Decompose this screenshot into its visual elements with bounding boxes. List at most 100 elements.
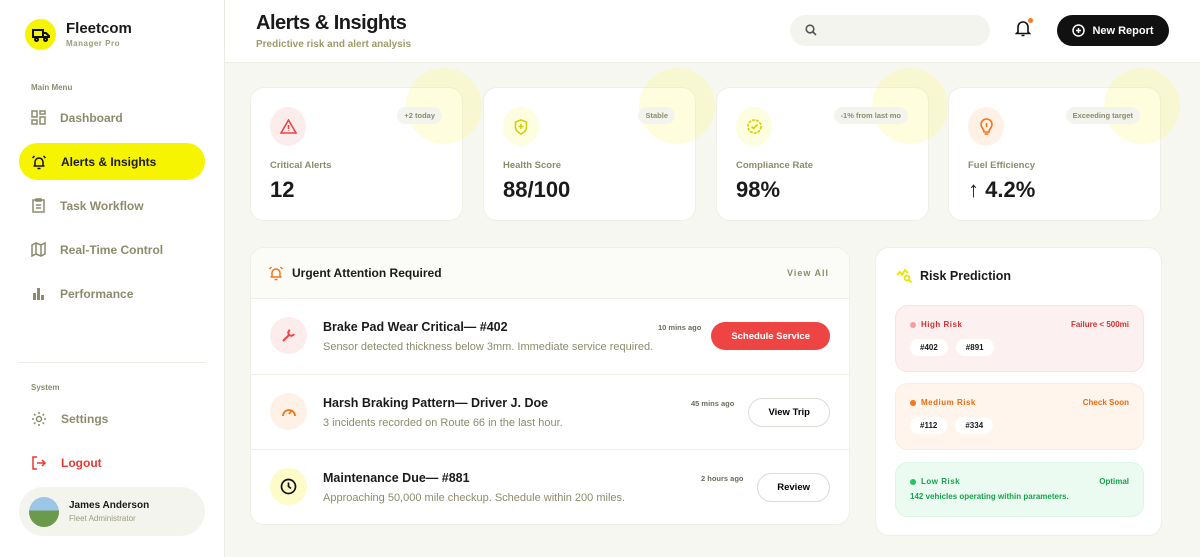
alert-title: Harsh Braking Pattern— Driver J. Doe xyxy=(323,395,549,410)
shield-plus-icon xyxy=(503,107,539,146)
stat-value: 98% xyxy=(736,177,781,202)
risk-analysis-icon xyxy=(896,268,913,283)
bar-chart-icon xyxy=(33,288,44,300)
vehicle-chip[interactable]: #402 xyxy=(910,339,948,356)
sidebar-divider xyxy=(19,362,205,363)
user-role: Fleet Administrator xyxy=(69,514,136,523)
decorative-circle xyxy=(406,68,482,144)
stat-badge: -1% from last mo xyxy=(833,107,908,124)
sidebar-item-alerts-insights[interactable]: Alerts & Insights xyxy=(19,143,205,180)
low-risk-group: Low Risk Optimal 142 vehicles operating w… xyxy=(895,462,1144,517)
medium-risk-group: Medium Risk Check Soon #112 #334 xyxy=(895,383,1144,450)
decorative-circle xyxy=(1104,68,1180,144)
vehicle-chip[interactable]: #891 xyxy=(955,339,994,356)
alert-description: 3 incidents recorded on Route 66 in the … xyxy=(323,416,563,429)
alert-time: 2 hours ago xyxy=(701,474,744,483)
sidebar-item-label: Performance xyxy=(60,286,134,301)
search-input[interactable] xyxy=(790,15,990,46)
vehicle-chip[interactable]: #112 xyxy=(910,417,948,434)
stat-label: Critical Alerts xyxy=(270,160,332,171)
view-trip-button[interactable]: View Trip xyxy=(748,397,830,427)
avatar xyxy=(29,496,59,527)
brand-name: Fleetcom xyxy=(66,20,132,37)
alert-description: Sensor detected thickness below 3mm. Imm… xyxy=(323,341,654,353)
high-risk-group: High Risk Failure < 500mi #402 #891 xyxy=(895,305,1144,372)
logout-icon xyxy=(32,455,47,470)
sidebar: Fleetcom Manager Pro Main Menu Dashboard… xyxy=(0,0,225,557)
alert-row: Maintenance Due— #881 Approaching 50,000… xyxy=(251,450,849,524)
view-all-link[interactable]: View All xyxy=(787,268,829,278)
status-dot xyxy=(910,478,916,485)
risk-status: Check Soon xyxy=(1082,398,1129,407)
fuel-icon xyxy=(968,107,1004,146)
warning-icon xyxy=(270,107,306,146)
risk-level: Medium Risk xyxy=(921,398,976,407)
stat-value: ↑ 4.2% xyxy=(968,177,1036,202)
stat-label: Fuel Efficiency xyxy=(968,160,1036,171)
new-report-button[interactable]: New Report xyxy=(1057,15,1169,46)
sidebar-item-settings[interactable]: Settings xyxy=(19,400,205,437)
sidebar-item-label: Task Workflow xyxy=(60,198,144,213)
main-menu-label: Main Menu xyxy=(31,83,73,92)
user-name: James Anderson xyxy=(69,500,150,511)
risk-status: Optimal xyxy=(1099,477,1129,486)
alarm-icon xyxy=(268,266,284,281)
sidebar-item-label: Dashboard xyxy=(60,110,123,125)
review-button[interactable]: Review xyxy=(757,473,830,502)
clipboard-icon xyxy=(32,198,45,213)
speedometer-icon xyxy=(270,392,307,430)
panel-title: Urgent Attention Required xyxy=(292,266,442,280)
page-title: Alerts & Insights xyxy=(256,12,407,34)
sidebar-item-logout[interactable]: Logout xyxy=(19,444,205,481)
stat-badge: +2 today xyxy=(397,107,442,124)
truck-logo-icon xyxy=(25,19,56,50)
brand-subtitle: Manager Pro xyxy=(66,39,120,48)
header: Alerts & Insights Predictive risk and al… xyxy=(225,0,1200,63)
sidebar-item-label: Real-Time Control xyxy=(60,242,164,257)
grid-icon xyxy=(31,110,46,125)
user-profile[interactable]: James Anderson Fleet Administrator xyxy=(19,487,205,536)
stat-badge: Stable xyxy=(638,107,675,124)
notification-dot xyxy=(1028,18,1033,23)
decorative-circle xyxy=(872,68,948,144)
panel-title: Risk Prediction xyxy=(920,269,1011,283)
stat-label: Compliance Rate xyxy=(736,160,814,171)
stat-card-compliance-rate: -1% from last mo Compliance Rate 98% xyxy=(716,68,948,221)
alert-title: Brake Pad Wear Critical— #402 xyxy=(323,320,508,334)
search-icon xyxy=(805,24,817,36)
sidebar-item-performance[interactable]: Performance xyxy=(19,275,205,312)
status-dot xyxy=(910,399,916,406)
alert-description: Approaching 50,000 mile checkup. Schedul… xyxy=(323,492,626,504)
risk-status: Failure < 500mi xyxy=(1070,320,1129,329)
badge-check-icon xyxy=(736,107,772,146)
sidebar-item-label: Settings xyxy=(61,411,109,426)
risk-description: 142 vehicles operating within parameters… xyxy=(910,492,1069,501)
page-subtitle: Predictive risk and alert analysis xyxy=(256,39,412,50)
risk-level: Low Risk xyxy=(921,477,961,486)
stat-badge: Exceeding target xyxy=(1065,107,1140,124)
vehicle-chip[interactable]: #334 xyxy=(955,417,994,434)
stat-value: 12 xyxy=(270,177,295,202)
alert-time: 10 mins ago xyxy=(658,323,702,332)
stat-label: Health Score xyxy=(503,160,562,171)
alert-time: 45 mins ago xyxy=(691,398,735,408)
wrench-icon xyxy=(270,317,307,354)
risk-level: High Risk xyxy=(921,320,963,329)
urgent-attention-panel: Urgent Attention Required View All Brake… xyxy=(250,247,850,525)
stat-value: 88/100 xyxy=(503,177,571,202)
sidebar-item-real-time-control[interactable]: Real-Time Control xyxy=(19,231,205,268)
new-report-label: New Report xyxy=(1092,24,1154,37)
clock-icon xyxy=(270,468,307,505)
alarm-icon xyxy=(31,154,47,169)
alert-row: Brake Pad Wear Critical— #402 Sensor det… xyxy=(251,299,849,375)
stat-card-critical-alerts: +2 today Critical Alerts 12 xyxy=(250,68,482,221)
sidebar-item-task-workflow[interactable]: Task Workflow xyxy=(19,187,205,224)
alert-row: Harsh Braking Pattern— Driver J. Doe 3 i… xyxy=(251,375,849,450)
sidebar-item-dashboard[interactable]: Dashboard xyxy=(19,99,205,136)
sidebar-item-label: Alerts & Insights xyxy=(61,154,157,169)
alert-title: Maintenance Due— #881 xyxy=(323,471,470,485)
sidebar-item-label: Logout xyxy=(61,455,102,470)
status-dot xyxy=(910,321,916,328)
map-icon xyxy=(31,242,46,257)
schedule-service-button[interactable]: Schedule Service xyxy=(711,322,830,350)
